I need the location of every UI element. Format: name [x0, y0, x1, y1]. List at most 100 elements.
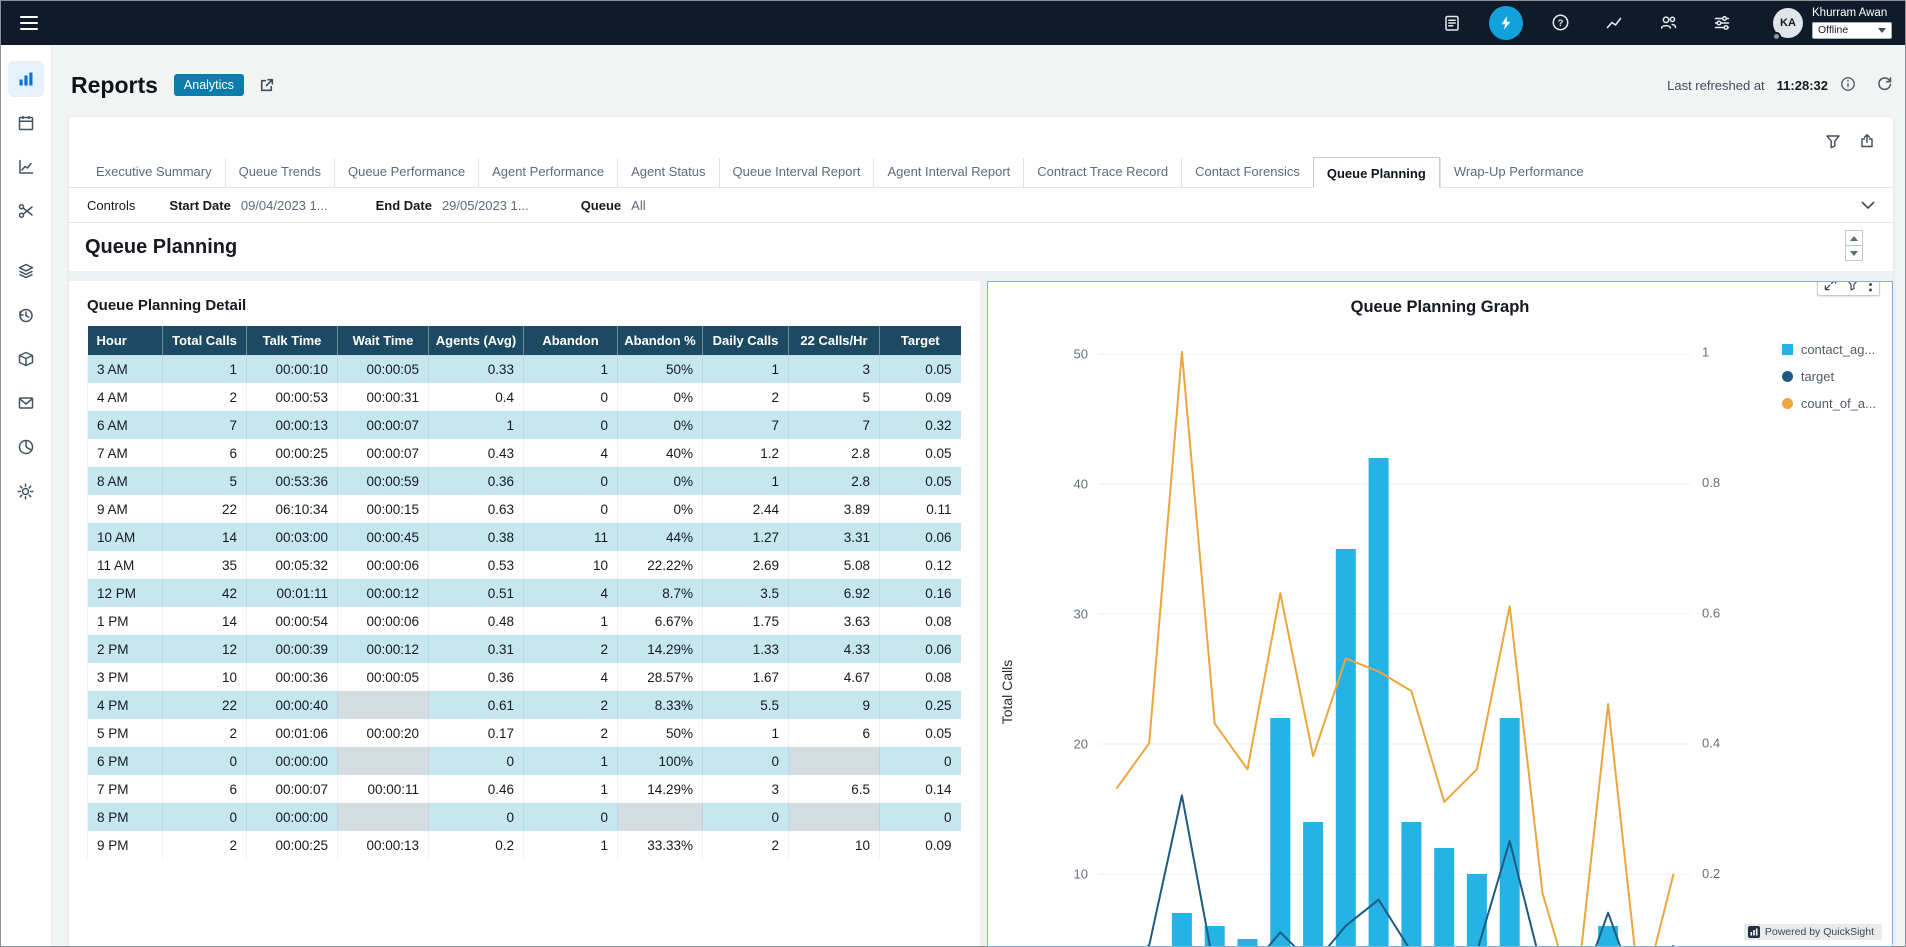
hour-cell: 5 PM — [88, 719, 163, 747]
column-header[interactable]: Abandon — [524, 326, 618, 355]
legend-entry[interactable]: target — [1782, 369, 1876, 384]
gear-icon[interactable] — [8, 473, 44, 509]
value-cell: 00:00:13 — [338, 831, 429, 859]
queue-planning-chart: 10203040500.20.40.60.81 Total Calls — [988, 282, 1892, 947]
column-header[interactable]: Wait Time — [338, 326, 429, 355]
value-cell: 00:00:54 — [247, 607, 338, 635]
value-cell: 22 — [163, 691, 247, 719]
analytics-badge: Analytics — [174, 74, 244, 96]
chart-legend: contact_ag...target count_of_a... — [1782, 342, 1876, 411]
column-header[interactable]: Talk Time — [247, 326, 338, 355]
tab-queue-interval-report[interactable]: Queue Interval Report — [719, 158, 874, 187]
value-cell: 0.36 — [429, 663, 524, 691]
scroll-up-button[interactable] — [1845, 230, 1863, 246]
controls-collapse-chevron-icon[interactable] — [1861, 201, 1875, 210]
value-cell: 00:05:32 — [247, 551, 338, 579]
line-chart-icon[interactable] — [8, 149, 44, 185]
export-icon[interactable] — [1859, 133, 1875, 149]
tab-contact-forensics[interactable]: Contact Forensics — [1181, 158, 1313, 187]
queue-planning-detail-visual[interactable]: Queue Planning Detail HourTotal CallsTal… — [69, 281, 980, 947]
app-window: ? KA Khurram Awan Offline — [0, 0, 1906, 947]
hour-cell: 11 AM — [88, 551, 163, 579]
column-header[interactable]: Agents (Avg) — [429, 326, 524, 355]
queue-planning-detail-table: HourTotal CallsTalk TimeWait TimeAgents … — [87, 326, 961, 859]
layers-icon[interactable] — [8, 253, 44, 289]
tab-queue-performance[interactable]: Queue Performance — [334, 158, 478, 187]
value-cell: 00:00:36 — [247, 663, 338, 691]
pie-chart-icon[interactable] — [8, 429, 44, 465]
calendar-icon[interactable] — [8, 105, 44, 141]
tab-agent-performance[interactable]: Agent Performance — [478, 158, 617, 187]
value-cell: 2 — [163, 383, 247, 411]
topbar-icons: ? — [1435, 6, 1739, 40]
mail-icon[interactable] — [8, 385, 44, 421]
value-cell: 4 — [524, 579, 618, 607]
expand-icon[interactable] — [1824, 281, 1837, 291]
sliders-icon[interactable] — [1705, 6, 1739, 40]
bar-chart-icon[interactable] — [8, 61, 44, 97]
value-cell: 00:00:15 — [338, 495, 429, 523]
table-row: 10 AM1400:03:0000:00:450.381144%1.273.31… — [88, 523, 961, 551]
value-cell: 0.38 — [429, 523, 524, 551]
tab-agent-interval-report[interactable]: Agent Interval Report — [873, 158, 1023, 187]
value-cell: 4.33 — [789, 635, 880, 663]
value-cell: 0.46 — [429, 775, 524, 803]
users-icon[interactable] — [1651, 6, 1685, 40]
metrics-icon[interactable] — [1597, 6, 1631, 40]
box-icon[interactable] — [8, 341, 44, 377]
visual-filter-icon[interactable] — [1846, 281, 1859, 291]
column-header[interactable]: Hour — [88, 326, 163, 355]
tab-contract-trace-record[interactable]: Contract Trace Record — [1023, 158, 1181, 187]
value-cell: 00:00:59 — [338, 467, 429, 495]
value-cell: 0.08 — [880, 607, 961, 635]
value-cell: 00:00:20 — [338, 719, 429, 747]
column-header[interactable]: Total Calls — [163, 326, 247, 355]
tab-agent-status[interactable]: Agent Status — [617, 158, 718, 187]
legend-label: target — [1801, 369, 1834, 384]
filter-icon[interactable] — [1825, 133, 1841, 149]
table-row: 7 AM600:00:2500:00:070.43440%1.22.80.05 — [88, 439, 961, 467]
table-row: 6 AM700:00:1300:00:07100%770.32 — [88, 411, 961, 439]
value-cell — [338, 691, 429, 719]
column-header[interactable]: 22 Calls/Hr — [789, 326, 880, 355]
page-header: Reports Analytics Last refreshed at 11:2… — [69, 63, 1893, 107]
app-body: Reports Analytics Last refreshed at 11:2… — [0, 45, 1906, 947]
avatar[interactable]: KA — [1773, 8, 1803, 38]
column-header[interactable]: Abandon % — [618, 326, 703, 355]
menu-kebab-icon[interactable] — [1868, 281, 1873, 292]
refresh-icon[interactable] — [1876, 75, 1893, 95]
queue-planning-graph-visual[interactable]: Queue Planning Graph contact_ag...target… — [987, 281, 1893, 947]
hamburger-menu-icon[interactable] — [12, 6, 46, 40]
history-icon[interactable] — [8, 297, 44, 333]
value-cell: 00:00:07 — [338, 411, 429, 439]
legend-entry[interactable]: count_of_a... — [1782, 396, 1876, 411]
value-cell: 2 — [703, 383, 789, 411]
lightning-icon[interactable] — [1489, 6, 1523, 40]
value-cell: 5 — [163, 467, 247, 495]
queue-value[interactable]: All — [631, 198, 645, 213]
info-icon[interactable] — [1840, 76, 1856, 95]
tab-queue-planning[interactable]: Queue Planning — [1313, 157, 1440, 188]
status-select[interactable]: Offline — [1812, 22, 1892, 39]
scroll-down-button[interactable] — [1845, 245, 1863, 261]
end-date-value[interactable]: 29/05/2023 1... — [442, 198, 529, 213]
column-header[interactable]: Daily Calls — [703, 326, 789, 355]
hour-cell: 10 AM — [88, 523, 163, 551]
scissors-icon[interactable] — [8, 193, 44, 229]
value-cell: 0.14 — [880, 775, 961, 803]
value-cell: 2 — [524, 691, 618, 719]
value-cell: 0.63 — [429, 495, 524, 523]
legend-entry[interactable]: contact_ag... — [1782, 342, 1876, 357]
external-link-icon[interactable] — [258, 77, 275, 94]
tab-queue-trends[interactable]: Queue Trends — [225, 158, 334, 187]
svg-text:50: 50 — [1074, 347, 1088, 362]
start-date-value[interactable]: 09/04/2023 1... — [241, 198, 328, 213]
sheet-title-row: Queue Planning — [69, 223, 1893, 271]
column-header[interactable]: Target — [880, 326, 961, 355]
value-cell: 11 — [524, 523, 618, 551]
tab-wrap-up-performance[interactable]: Wrap-Up Performance — [1440, 158, 1597, 187]
tab-executive-summary[interactable]: Executive Summary — [83, 158, 225, 187]
value-cell: 3.31 — [789, 523, 880, 551]
help-icon[interactable]: ? — [1543, 6, 1577, 40]
notes-icon[interactable] — [1435, 6, 1469, 40]
